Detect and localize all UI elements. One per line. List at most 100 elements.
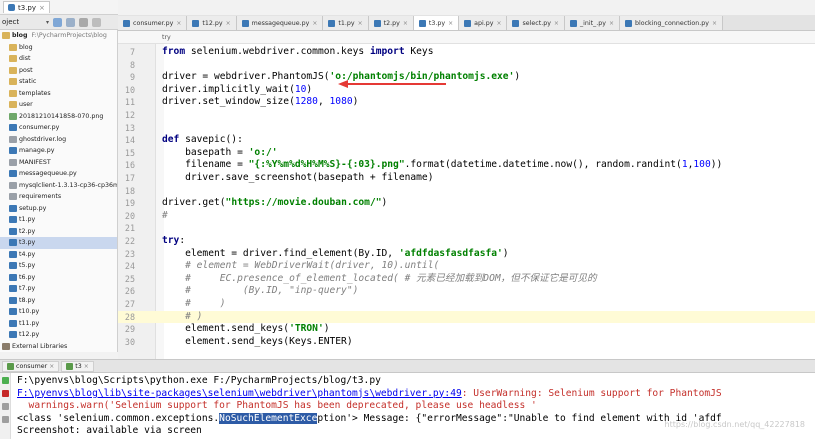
code-line[interactable]: 26 # (By.ID, "inp-query") — [118, 285, 815, 298]
code-text[interactable]: from selenium.webdriver.common.keys impo… — [162, 46, 434, 59]
editor-tab[interactable]: t2.py × — [368, 16, 414, 30]
close-icon[interactable]: × — [49, 363, 54, 370]
code-line[interactable]: 15 basepath = 'o:/' — [118, 147, 815, 160]
close-icon[interactable]: × — [358, 20, 363, 27]
tree-item[interactable]: messagequeue.py — [0, 168, 117, 180]
top-file-tab[interactable]: t3.py × — [3, 1, 50, 13]
tree-item[interactable]: t1.py — [0, 214, 117, 226]
tree-item[interactable]: t2.py — [0, 226, 117, 238]
pause-icon[interactable] — [2, 403, 9, 410]
close-icon[interactable]: × — [609, 20, 614, 27]
breadcrumb[interactable]: try — [118, 31, 815, 44]
tree-item[interactable]: templates — [0, 88, 117, 100]
code-line[interactable]: 11 driver.set_window_size(1280, 1080) — [118, 96, 815, 109]
code-line[interactable]: 10 driver.implicitly_wait(10) — [118, 84, 815, 97]
code-line[interactable]: 19 driver.get("https://movie.douban.com/"… — [118, 197, 815, 210]
rerun-icon[interactable] — [2, 377, 9, 384]
code-text[interactable]: # ) — [162, 311, 202, 324]
console-line[interactable]: F:\pyenvs\blog\lib\site-packages\seleniu… — [17, 388, 722, 401]
close-icon[interactable]: × — [84, 363, 89, 370]
code-text[interactable]: def savepic(): — [162, 134, 243, 147]
tree-item[interactable]: t11.py — [0, 318, 117, 330]
code-text[interactable]: element.send_keys('TRON') — [162, 323, 329, 336]
collapse-icon[interactable] — [66, 17, 76, 27]
code-text[interactable]: # — [162, 210, 168, 223]
code-text[interactable]: filename = "{:%Y%m%d%H%M%S}-{:03}.png".f… — [162, 159, 722, 172]
code-text[interactable]: basepath = 'o:/' — [162, 147, 277, 160]
editor-tab[interactable]: api.py × — [459, 16, 508, 30]
close-icon[interactable]: × — [712, 20, 717, 27]
tree-item[interactable]: MANIFEST — [0, 157, 117, 169]
hide-icon[interactable] — [92, 17, 102, 27]
tree-item[interactable]: t6.py — [0, 272, 117, 284]
close-icon[interactable]: × — [226, 20, 231, 27]
tree-item[interactable]: mysqlclient-1.3.13-cp36-cp36m-w — [0, 180, 117, 192]
code-line[interactable]: 21 — [118, 222, 815, 235]
code-line[interactable]: 27 # ) — [118, 298, 815, 311]
editor-tab[interactable]: blocking_connection.py × — [619, 16, 724, 30]
tree-item[interactable]: t8.py — [0, 295, 117, 307]
stop-icon[interactable] — [2, 390, 9, 397]
code-line[interactable]: 14 def savepic(): — [118, 134, 815, 147]
tree-item[interactable]: t10.py — [0, 306, 117, 318]
tree-item[interactable]: consumer.py — [0, 122, 117, 134]
code-text[interactable]: driver.get("https://movie.douban.com/") — [162, 197, 387, 210]
code-text[interactable]: # element = WebDriverWait(driver, 10).un… — [162, 260, 439, 273]
tree-item[interactable]: user — [0, 99, 117, 111]
tree-item[interactable]: dist — [0, 53, 117, 65]
code-line[interactable]: 29 element.send_keys('TRON') — [118, 323, 815, 336]
tree-item[interactable]: manage.py — [0, 145, 117, 157]
console-line[interactable]: <class 'selenium.common.exceptions.NoSuc… — [17, 412, 722, 426]
code-line[interactable]: 7 from selenium.webdriver.common.keys imp… — [118, 46, 815, 59]
code-text[interactable]: try: — [162, 235, 185, 248]
code-text[interactable]: # EC.presence_of_element_located( # 元素已经… — [162, 273, 596, 286]
close-icon[interactable]: × — [403, 20, 408, 27]
tree-item[interactable]: post — [0, 65, 117, 77]
tree-item[interactable]: t5.py — [0, 260, 117, 272]
code-line[interactable]: 18 — [118, 185, 815, 198]
console-line[interactable]: Screenshot: available via screen — [17, 425, 202, 438]
code-line[interactable]: 22 try: — [118, 235, 815, 248]
tree-item[interactable]: 20181210141858-070.png — [0, 111, 117, 123]
chevron-down-icon[interactable]: ▾ — [46, 19, 49, 26]
locate-icon[interactable] — [53, 17, 63, 27]
code-text[interactable]: driver.save_screenshot(basepath + filena… — [162, 172, 433, 185]
code-text[interactable]: driver = webdriver.PhantomJS('o:/phantom… — [162, 71, 520, 84]
tree-item[interactable]: blog F:\PycharmProjects\blog — [0, 30, 117, 42]
breadcrumb-item[interactable]: try — [162, 34, 171, 41]
code-line[interactable]: 13 — [118, 122, 815, 135]
close-icon[interactable]: × — [39, 4, 45, 12]
console-line[interactable]: warnings.warn('Selenium support for Phan… — [17, 400, 537, 413]
code-text[interactable]: # (By.ID, "inp-query") — [162, 285, 358, 298]
code-line[interactable]: 20 # — [118, 210, 815, 223]
tree-item[interactable]: t3.py — [0, 237, 117, 249]
code-line[interactable]: 17 driver.save_screenshot(basepath + fil… — [118, 172, 815, 185]
editor-tab[interactable]: consumer.py × — [118, 16, 188, 30]
code-editor[interactable]: 7 from selenium.webdriver.common.keys imp… — [118, 44, 815, 359]
tree-item[interactable]: External Libraries — [0, 341, 117, 353]
close-icon[interactable]: × — [176, 20, 181, 27]
code-line[interactable]: 24 # element = WebDriverWait(driver, 10)… — [118, 260, 815, 273]
code-line[interactable]: 16 filename = "{:%Y%m%d%H%M%S}-{:03}.png… — [118, 159, 815, 172]
code-line[interactable]: 25 # EC.presence_of_element_located( # 元… — [118, 273, 815, 286]
code-line[interactable]: 12 — [118, 109, 815, 122]
code-text[interactable]: element = driver.find_element(By.ID, 'af… — [162, 248, 508, 261]
code-line[interactable]: 28 # ) — [118, 310, 815, 324]
editor-tab[interactable]: t12.py × — [187, 16, 237, 30]
code-line[interactable]: 8 — [118, 59, 815, 72]
scroll-end-icon[interactable] — [2, 416, 9, 423]
code-text[interactable]: driver.implicitly_wait(10) — [162, 84, 312, 97]
editor-tab[interactable]: _init_.py × — [564, 16, 620, 30]
console-line[interactable]: F:\pyenvs\blog\Scripts\python.exe F:/Pyc… — [17, 375, 381, 388]
tree-item[interactable]: t4.py — [0, 249, 117, 261]
gear-icon[interactable] — [79, 17, 89, 27]
tree-item[interactable]: t12.py — [0, 329, 117, 341]
run-tab[interactable]: consumer × — [2, 360, 60, 372]
close-icon[interactable]: × — [554, 20, 559, 27]
code-line[interactable]: 9 driver = webdriver.PhantomJS('o:/phanto… — [118, 71, 815, 84]
tree-item[interactable]: ghostdriver.log — [0, 134, 117, 146]
editor-tab[interactable]: t1.py × — [323, 16, 369, 30]
project-view-dropdown[interactable]: oject — [2, 18, 42, 26]
run-console[interactable]: https://blog.csdn.net/qq_42227818 F:\pye… — [0, 373, 815, 439]
tree-item[interactable]: requirements — [0, 191, 117, 203]
